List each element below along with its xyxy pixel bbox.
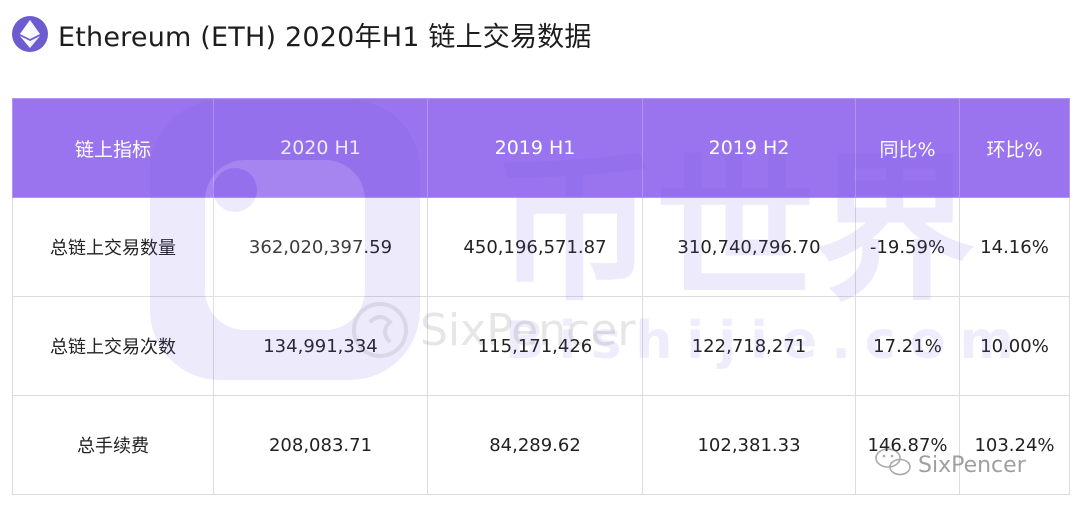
table-cell: 10.00% <box>959 296 1070 396</box>
column-header: 链上指标 <box>12 98 214 198</box>
data-table-container: 链上指标 2020 H1 2019 H1 2019 H2 同比% 环比% 总链上… <box>12 98 1070 495</box>
table-cell: 310,740,796.70 <box>642 197 856 297</box>
row-label: 总手续费 <box>12 395 214 495</box>
table-cell: -19.59% <box>855 197 960 297</box>
table-cell: 122,718,271 <box>642 296 856 396</box>
column-header: 2019 H2 <box>642 98 856 198</box>
page-title: Ethereum (ETH) 2020年H1 链上交易数据 <box>58 21 592 53</box>
table-row: 总链上交易次数 134,991,334 115,171,426 122,718,… <box>12 296 1070 396</box>
onchain-data-table: 链上指标 2020 H1 2019 H1 2019 H2 同比% 环比% 总链上… <box>12 98 1070 495</box>
header: Ethereum (ETH) 2020年H1 链上交易数据 <box>12 14 592 54</box>
table-cell: 14.16% <box>959 197 1070 297</box>
table-cell: 102,381.33 <box>642 395 856 495</box>
row-label: 总链上交易数量 <box>12 197 214 297</box>
table-cell: 362,020,397.59 <box>213 197 428 297</box>
table-cell: 450,196,571.87 <box>427 197 643 297</box>
table-header-row: 链上指标 2020 H1 2019 H1 2019 H2 同比% 环比% <box>12 98 1070 198</box>
column-header: 2020 H1 <box>213 98 428 198</box>
column-header: 同比% <box>855 98 960 198</box>
page: Ethereum (ETH) 2020年H1 链上交易数据 链上指标 2020 … <box>0 0 1080 507</box>
table-cell: 208,083.71 <box>213 395 428 495</box>
table-cell: 146.87% <box>855 395 960 495</box>
table-cell: 103.24% <box>959 395 1070 495</box>
ethereum-icon <box>12 16 48 52</box>
table-row: 总链上交易数量 362,020,397.59 450,196,571.87 31… <box>12 197 1070 297</box>
table-cell: 84,289.62 <box>427 395 643 495</box>
column-header: 环比% <box>959 98 1070 198</box>
table-cell: 134,991,334 <box>213 296 428 396</box>
column-header: 2019 H1 <box>427 98 643 198</box>
row-label: 总链上交易次数 <box>12 296 214 396</box>
table-cell: 115,171,426 <box>427 296 643 396</box>
table-cell: 17.21% <box>855 296 960 396</box>
table-row: 总手续费 208,083.71 84,289.62 102,381.33 146… <box>12 395 1070 495</box>
